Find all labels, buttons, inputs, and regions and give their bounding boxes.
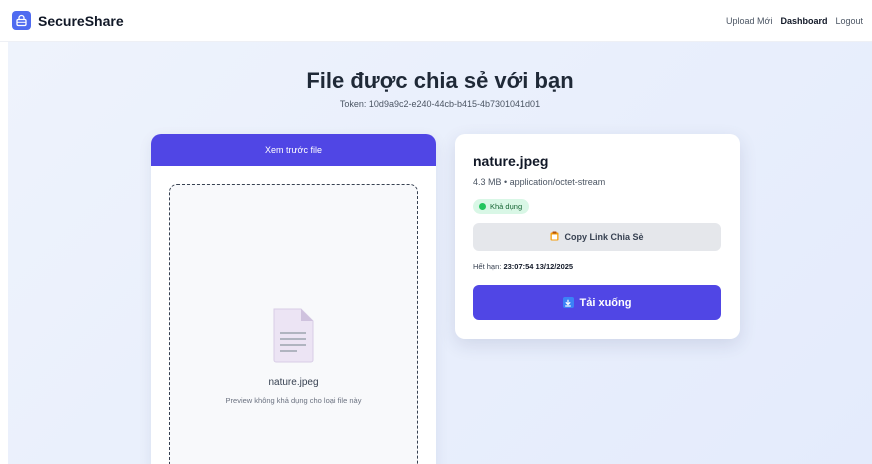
download-icon (562, 297, 574, 308)
preview-header: Xem trước file (151, 134, 436, 166)
main-content: File được chia sẻ với bạn Token: 10d9a9c… (8, 42, 872, 464)
preview-card: Xem trước file nature.jpeg Preview không… (151, 134, 436, 464)
download-button[interactable]: Tải xuống (473, 285, 721, 320)
expiry-label: Hết hạn: (473, 262, 504, 271)
page-title: File được chia sẻ với bạn (306, 68, 574, 93)
status-dot-icon (479, 203, 486, 210)
status-label: Khả dụng (490, 202, 523, 211)
download-label: Tải xuống (579, 296, 632, 309)
nav-link-upload[interactable]: Upload Mới (726, 16, 772, 26)
brand-name: SecureShare (38, 12, 124, 29)
preview-note: Preview không khả dụng cho loại file này (225, 396, 362, 405)
navbar: SecureShare Upload Mới Dashboard Logout (0, 0, 872, 42)
status-badge: Khả dụng (473, 199, 530, 214)
preview-area: nature.jpeg Preview không khả dụng cho l… (169, 184, 418, 464)
lock-icon (12, 11, 31, 30)
copy-link-label: Copy Link Chia Sẻ (564, 232, 644, 242)
file-name: nature.jpeg (473, 153, 549, 169)
file-info-card: nature.jpeg 4.3 MB • application/octet-s… (455, 134, 740, 339)
expiry-info: Hết hạn: 23:07:54 13/12/2025 (473, 262, 573, 271)
copy-link-button[interactable]: Copy Link Chia Sẻ (473, 223, 721, 251)
preview-filename: nature.jpeg (268, 377, 319, 388)
expiry-value: 23:07:54 13/12/2025 (503, 262, 574, 271)
nav-link-logout[interactable]: Logout (835, 16, 863, 26)
nav-links: Upload Mới Dashboard Logout (726, 16, 863, 26)
brand[interactable]: SecureShare (12, 11, 124, 30)
nav-link-dashboard[interactable]: Dashboard (780, 16, 827, 26)
document-icon (271, 307, 315, 368)
clipboard-icon (550, 231, 559, 243)
share-token: Token: 10d9a9c2-e240-44cb-b415-4b7301041… (339, 99, 541, 109)
file-meta: 4.3 MB • application/octet-stream (473, 177, 606, 187)
